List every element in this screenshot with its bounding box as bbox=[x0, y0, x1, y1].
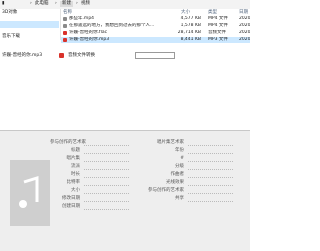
detail-value[interactable] bbox=[84, 164, 129, 170]
nav-item-selected[interactable] bbox=[0, 21, 59, 28]
pdf-icon bbox=[59, 53, 64, 58]
detail-label: 比特率 bbox=[66, 180, 81, 185]
pdf-file-icon bbox=[63, 38, 67, 42]
detail-value[interactable] bbox=[188, 148, 233, 154]
file-name: 许巍-曾经的你.flac bbox=[69, 30, 108, 35]
column-header-name[interactable]: 名称 bbox=[63, 9, 72, 16]
detail-value bbox=[188, 180, 233, 186]
file-size: 1,578 KB bbox=[180, 23, 201, 28]
detail-value bbox=[84, 204, 129, 210]
detail-value bbox=[84, 172, 129, 178]
detail-label: 时长 bbox=[71, 172, 80, 177]
empty-area bbox=[0, 60, 250, 130]
detail-value[interactable] bbox=[188, 164, 233, 170]
file-size: 28,714 KB bbox=[177, 30, 201, 35]
detail-label: 分级 bbox=[175, 164, 184, 169]
detail-value bbox=[84, 180, 129, 186]
table-row[interactable]: 许巍-曾经的你.flac 28,714 KB 音频文件 2020 bbox=[61, 30, 250, 36]
detail-label: 参与创作的艺术家 bbox=[148, 188, 184, 193]
detail-value[interactable] bbox=[188, 172, 233, 178]
breadcrumb-drive[interactable]: 此电脑 bbox=[35, 1, 49, 7]
column-header-size[interactable]: 大小 bbox=[181, 9, 190, 16]
detail-label: 年份 bbox=[175, 148, 184, 153]
file-size: 4,577 KB bbox=[180, 16, 201, 21]
detail-label: 标题 bbox=[71, 148, 80, 153]
detail-label: # bbox=[180, 156, 184, 161]
nav-item-3d-objects[interactable]: 3D对象 bbox=[0, 9, 59, 16]
navigation-pane: 3D对象 音乐下载 bbox=[0, 9, 61, 40]
music-file-thumbnail bbox=[10, 160, 50, 226]
detail-value bbox=[84, 196, 129, 202]
video-file-icon bbox=[63, 17, 67, 21]
file-size: 8,441 KB bbox=[180, 37, 201, 42]
detail-value bbox=[84, 188, 129, 194]
conversion-status: 音频文件转换 bbox=[68, 53, 95, 58]
detail-label: 大小 bbox=[71, 188, 80, 193]
selected-file-label: 许巍-曾经的你.mp3 bbox=[2, 53, 43, 58]
file-name: 在那遥远的地方，我想回到过去的那个人... bbox=[69, 23, 155, 28]
file-type: MP4 文件 bbox=[208, 16, 228, 21]
pdf-file-icon bbox=[63, 31, 67, 35]
file-name: 那些年.mp4 bbox=[69, 16, 95, 21]
breadcrumb-folder[interactable]: 新建 bbox=[60, 1, 73, 7]
table-row[interactable]: 那些年.mp4 4,577 KB MP4 文件 2020 bbox=[61, 16, 250, 22]
detail-value[interactable] bbox=[84, 140, 129, 146]
detail-value[interactable] bbox=[188, 156, 233, 162]
file-type: MP3 文件 bbox=[208, 37, 228, 42]
detail-value[interactable] bbox=[188, 188, 233, 194]
column-header-date[interactable]: 日期 bbox=[239, 9, 248, 16]
video-file-icon bbox=[63, 24, 67, 28]
table-row[interactable]: 在那遥远的地方，我想回到过去的那个人... 1,578 KB MP4 文件 20… bbox=[61, 23, 250, 29]
table-row-selected[interactable]: 许巍-曾经的你.mp3 8,441 KB MP3 文件 2020 bbox=[61, 37, 250, 43]
file-date: 2020 bbox=[239, 37, 250, 42]
file-date: 2020 bbox=[239, 30, 250, 35]
file-list: 名称 大小 类型 日期 那些年.mp4 4,577 KB MP4 文件 2020… bbox=[61, 9, 250, 49]
detail-value bbox=[188, 196, 233, 202]
detail-value[interactable] bbox=[84, 156, 129, 162]
file-type: 音频文件 bbox=[208, 30, 226, 35]
detail-value[interactable] bbox=[188, 140, 233, 146]
detail-label: 唱片集 bbox=[66, 156, 81, 161]
detail-label: 共享 bbox=[175, 196, 184, 201]
breadcrumb-separator: › bbox=[55, 1, 57, 6]
detail-label: 作曲者 bbox=[170, 172, 185, 177]
rename-input[interactable] bbox=[135, 52, 175, 59]
detail-label: 流派 bbox=[71, 164, 80, 169]
status-row: 许巍-曾经的你.mp3 音频文件转换 bbox=[0, 51, 250, 60]
nav-item-music-download[interactable]: 音乐下载 bbox=[0, 33, 59, 40]
column-header-type[interactable]: 类型 bbox=[208, 9, 217, 16]
file-type: MP4 文件 bbox=[208, 23, 228, 28]
detail-label: 创建日期 bbox=[62, 204, 80, 209]
breadcrumb-separator: › bbox=[30, 1, 32, 6]
detail-value[interactable] bbox=[84, 148, 129, 154]
breadcrumb-current[interactable]: 视频 bbox=[81, 1, 90, 7]
file-date: 2020 bbox=[239, 23, 250, 28]
file-date: 2020 bbox=[239, 16, 250, 21]
detail-label: 参与创作的艺术家 bbox=[50, 140, 86, 145]
file-name: 许巍-曾经的你.mp3 bbox=[69, 37, 110, 42]
folder-icon: ▮ bbox=[2, 1, 5, 6]
detail-label: 修改日期 bbox=[62, 196, 80, 201]
detail-label: 光线效果 bbox=[166, 180, 184, 185]
detail-label: 唱片集艺术家 bbox=[157, 140, 184, 145]
breadcrumb-separator: › bbox=[76, 1, 78, 6]
